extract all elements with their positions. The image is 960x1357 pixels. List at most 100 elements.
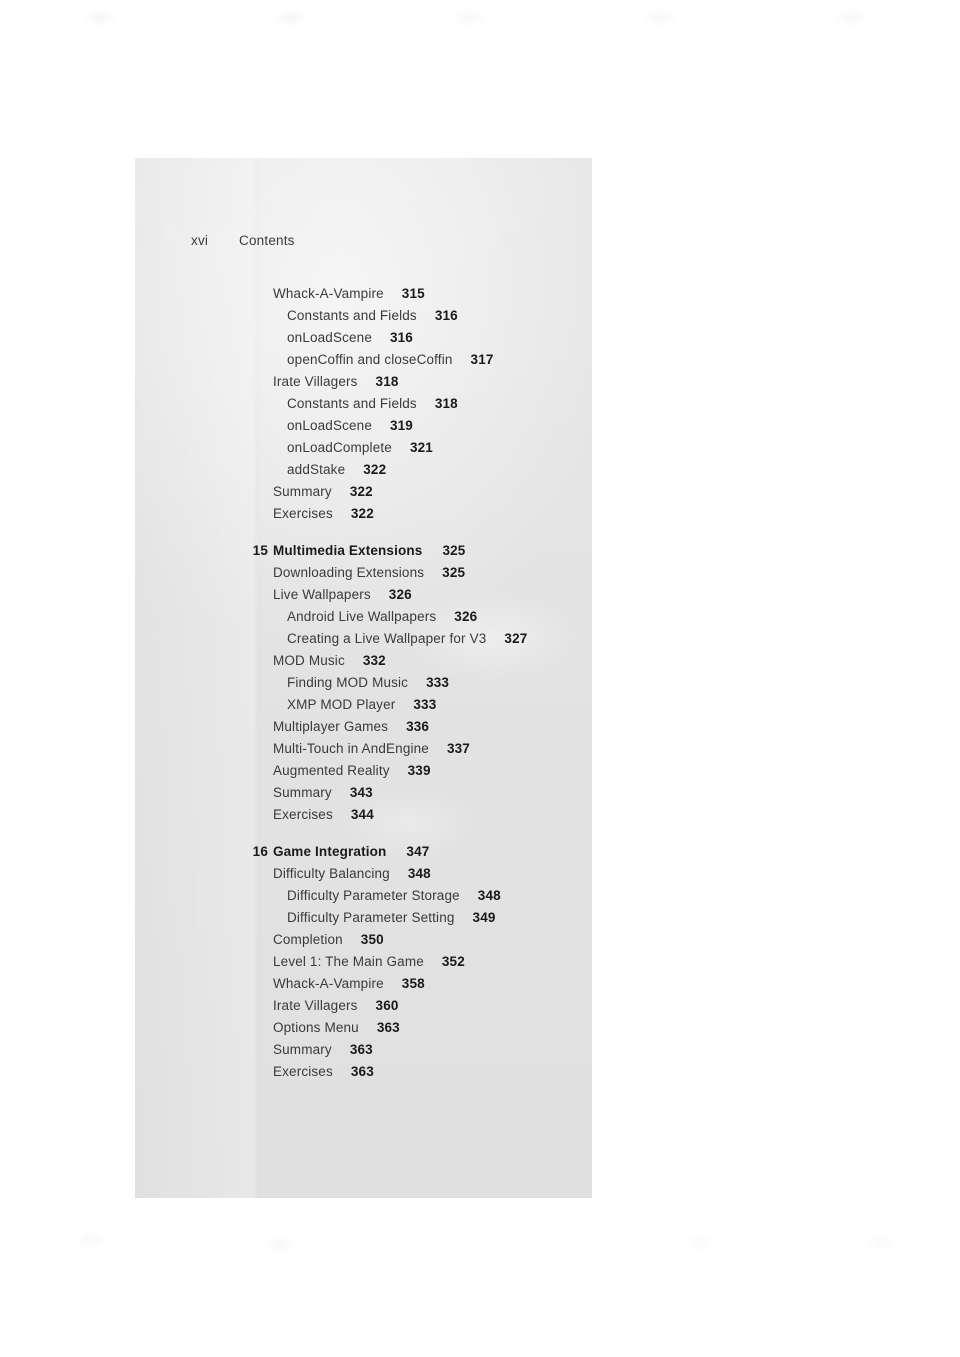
toc-entry-row: Exercises 322 [135,506,592,528]
toc-entry-row: onLoadScene 319 [135,418,592,440]
toc-entry-title: Whack-A-Vampire [273,286,384,301]
toc-entry-page-number: 315 [401,286,425,301]
toc-entry-title: Summary [273,1042,332,1057]
toc-entry-title: XMP MOD Player [287,697,396,712]
toc-entry-title: Multimedia Extensions [273,543,423,558]
toc-entry-title: Android Live Wallpapers [287,609,437,624]
toc-entry-page-number: 347 [406,844,430,859]
toc-entry-row: MOD Music 332 [135,653,592,675]
toc-entry-title: Constants and Fields [287,308,417,323]
toc-entry-row: Augmented Reality 339 [135,763,592,785]
toc-entry-page-number: 350 [360,932,384,947]
toc-entry-page-number: 363 [376,1020,400,1035]
page-folio-number: xvi [191,233,209,248]
toc-entry-title: Irate Villagers [273,374,358,389]
toc-entry-page-number: 339 [407,763,431,778]
toc-entry-row: Options Menu 363 [135,1020,592,1042]
toc-entry-row: Finding MOD Music 333 [135,675,592,697]
toc-entry-page-number: 316 [434,308,458,323]
toc-entry-page-number: 363 [349,1042,373,1057]
toc-entry-page-number: 319 [389,418,413,433]
toc-entry-row: Completion 350 [135,932,592,954]
toc-entry-page-number: 348 [407,866,431,881]
toc-entry-row: Android Live Wallpapers 326 [135,609,592,631]
toc-entry-page-number: 348 [477,888,501,903]
toc-entry-title: Level 1: The Main Game [273,954,424,969]
toc-entry-row: Whack-A-Vampire 358 [135,976,592,998]
toc-entry-page-number: 343 [349,785,373,800]
toc-entry-title: Downloading Extensions [273,565,425,580]
toc-chapter-row: 16 Game Integration 347 [135,844,592,866]
toc-entry-page-number: 337 [446,741,470,756]
toc-entry-row: XMP MOD Player 333 [135,697,592,719]
toc-entry-title: addStake [287,462,346,477]
toc-entry-title: Live Wallpapers [273,587,371,602]
toc-entry-row: Multi-Touch in AndEngine 337 [135,741,592,763]
toc-entry-title: Difficulty Parameter Setting [287,910,455,925]
toc-entry-page-number: 321 [409,440,433,455]
scanned-book-page: xvi Contents Whack-A-Vampire 315 Constants… [135,158,592,1198]
toc-entry-title: Exercises [273,807,333,822]
toc-entry-title: Multiplayer Games [273,719,389,734]
toc-entry-row: Constants and Fields 318 [135,396,592,418]
toc-entry-page-number: 358 [401,976,425,991]
toc-entry-row: Summary 343 [135,785,592,807]
toc-entry-row: Multiplayer Games 336 [135,719,592,741]
toc-entry-title: Creating a Live Wallpaper for V3 [287,631,487,646]
page-header-label: Contents [239,233,295,248]
toc-entry-title: Constants and Fields [287,396,417,411]
toc-entry-title: Finding MOD Music [287,675,409,690]
toc-entry-row: Summary 322 [135,484,592,506]
toc-entry-row: Summary 363 [135,1042,592,1064]
toc-entry-page-number: 317 [470,352,494,367]
toc-entry-row: onLoadComplete 321 [135,440,592,462]
table-of-contents-list: Whack-A-Vampire 315 Constants and Fields 31… [135,286,592,1086]
toc-entry-row: addStake 322 [135,462,592,484]
toc-entry-title: Options Menu [273,1020,359,1035]
toc-entry-title: Exercises [273,1064,333,1079]
page-running-header: xvi Contents [191,233,295,248]
toc-entry-title: Whack-A-Vampire [273,976,384,991]
toc-entry-row: openCoffin and closeCoffin 317 [135,352,592,374]
toc-entry-row: Exercises 363 [135,1064,592,1086]
toc-entry-row: Downloading Extensions 325 [135,565,592,587]
toc-entry-title: Completion [273,932,343,947]
toc-chapter-number: 15 [252,543,268,558]
toc-entry-page-number: 322 [349,484,373,499]
toc-entry-title: MOD Music [273,653,345,668]
toc-entry-title: onLoadComplete [287,440,392,455]
toc-entry-title: Multi-Touch in AndEngine [273,741,429,756]
toc-entry-row: Level 1: The Main Game 352 [135,954,592,976]
toc-entry-page-number: 363 [350,1064,374,1079]
toc-entry-page-number: 325 [442,543,466,558]
toc-entry-page-number: 322 [350,506,374,521]
toc-entry-title: Augmented Reality [273,763,390,778]
toc-entry-row: Exercises 344 [135,807,592,829]
toc-entry-title: onLoadScene [287,418,372,433]
toc-entry-page-number: 352 [441,954,465,969]
toc-entry-row: onLoadScene 316 [135,330,592,352]
toc-entry-page-number: 344 [350,807,374,822]
toc-entry-row: Whack-A-Vampire 315 [135,286,592,308]
toc-entry-page-number: 327 [504,631,528,646]
toc-chapter-row: 15 Multimedia Extensions 325 [135,543,592,565]
toc-entry-page-number: 336 [406,719,430,734]
toc-entry-title: Difficulty Balancing [273,866,390,881]
toc-entry-page-number: 318 [434,396,458,411]
toc-entry-title: Exercises [273,506,333,521]
toc-entry-page-number: 333 [413,697,437,712]
toc-entry-page-number: 332 [362,653,386,668]
toc-entry-row: Difficulty Parameter Storage 348 [135,888,592,910]
toc-entry-row: Irate Villagers 318 [135,374,592,396]
toc-entry-row: Creating a Live Wallpaper for V3 327 [135,631,592,653]
toc-entry-page-number: 322 [363,462,387,477]
toc-entry-page-number: 360 [375,998,399,1013]
toc-entry-title: onLoadScene [287,330,372,345]
toc-entry-row: Live Wallpapers 326 [135,587,592,609]
toc-entry-page-number: 326 [454,609,478,624]
toc-entry-page-number: 349 [472,910,496,925]
toc-chapter-number: 16 [252,844,268,859]
toc-entry-row: Difficulty Balancing 348 [135,866,592,888]
toc-entry-row: Irate Villagers 360 [135,998,592,1020]
toc-entry-page-number: 316 [389,330,413,345]
